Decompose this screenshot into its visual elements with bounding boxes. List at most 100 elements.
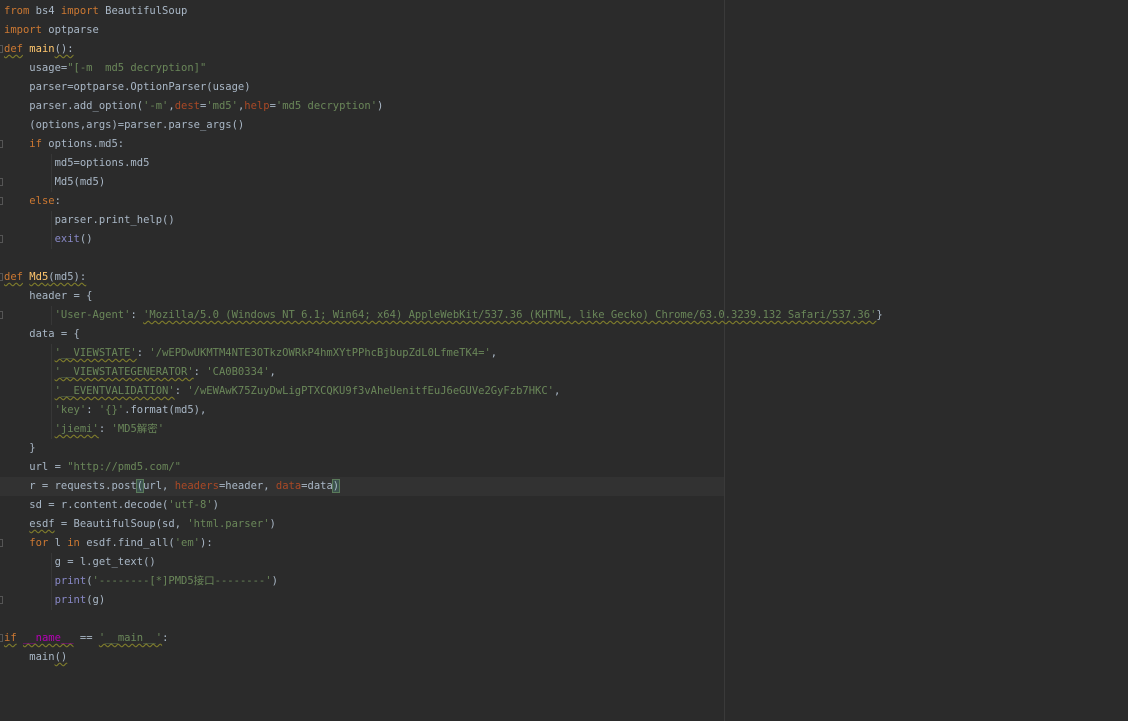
code-token: print — [54, 594, 87, 606]
code-line[interactable]: print('--------[*]PMD5接口--------') — [0, 572, 1128, 591]
code-line[interactable]: parser.print_help() — [0, 211, 1128, 230]
code-line[interactable]: from bs4 import BeautifulSoup — [0, 2, 1128, 21]
code-text: def Md5(md5): — [0, 271, 86, 283]
code-line[interactable]: exit() — [0, 230, 1128, 249]
code-line[interactable]: sd = r.content.decode('utf-8') — [0, 496, 1128, 515]
code-token: help — [244, 100, 270, 112]
code-token: BeautifulSoup — [98, 5, 188, 17]
code-line[interactable]: 'User-Agent': 'Mozilla/5.0 (Windows NT 6… — [0, 306, 1128, 325]
code-token: ): — [200, 537, 213, 549]
code-line[interactable]: def Md5(md5): — [0, 268, 1128, 287]
code-token: main — [29, 43, 55, 55]
code-token: l — [48, 537, 68, 549]
code-line[interactable]: main() — [0, 648, 1128, 667]
code-token: , — [269, 366, 276, 378]
code-text: 'jiemi': 'MD5解密' — [0, 423, 165, 435]
code-text: if __name__ == '__main__': — [0, 632, 168, 644]
code-line[interactable]: header = { — [0, 287, 1128, 306]
code-line[interactable]: esdf = BeautifulSoup(sd, 'html.parser') — [0, 515, 1128, 534]
code-token: ) — [271, 575, 278, 587]
code-line[interactable]: if options.md5: — [0, 135, 1128, 154]
code-text: (options,args)=parser.parse_args() — [0, 119, 244, 131]
code-token: ) — [269, 518, 276, 530]
code-line[interactable]: import optparse — [0, 21, 1128, 40]
code-line[interactable]: '__VIEWSTATE': '/wEPDwUKMTM4NTE3OTkzOWRk… — [0, 344, 1128, 363]
code-text: '__EVENTVALIDATION': '/wEWAwK75ZuyDwLigP… — [0, 385, 561, 397]
code-text: for l in esdf.find_all('em'): — [0, 537, 213, 549]
code-line[interactable]: g = l.get_text() — [0, 553, 1128, 572]
code-token: __name__ — [22, 632, 74, 644]
code-line[interactable] — [0, 610, 1128, 629]
code-line[interactable]: r = requests.post(url, headers=header, d… — [0, 477, 1128, 496]
code-line[interactable] — [0, 249, 1128, 268]
code-token: '--------[*]PMD5接口--------' — [92, 575, 272, 587]
code-token: main — [4, 651, 55, 663]
code-token: exit — [54, 233, 80, 245]
code-token: esdf.find_all( — [79, 537, 175, 549]
code-token: parser=optparse.OptionParser(usage) — [4, 81, 251, 93]
code-token: 'CA0B0334' — [206, 366, 270, 378]
code-token: : — [136, 347, 150, 359]
code-token: bs4 — [29, 5, 61, 17]
code-token: headers — [174, 480, 219, 492]
code-line[interactable]: else: — [0, 192, 1128, 211]
code-text: Md5(md5) — [0, 176, 106, 188]
code-token: else — [29, 195, 55, 207]
code-line[interactable]: data = { — [0, 325, 1128, 344]
code-text: '__VIEWSTATEGENERATOR': 'CA0B0334', — [0, 366, 276, 378]
code-token: def — [4, 271, 23, 283]
code-line[interactable]: 'key': '{}'.format(md5), — [0, 401, 1128, 420]
code-line[interactable]: '__EVENTVALIDATION': '/wEWAwK75ZuyDwLigP… — [0, 382, 1128, 401]
code-line[interactable]: '__VIEWSTATEGENERATOR': 'CA0B0334', — [0, 363, 1128, 382]
code-token: : — [130, 309, 144, 321]
code-token: url, — [143, 480, 175, 492]
code-line[interactable]: print(g) — [0, 591, 1128, 610]
code-text: else: — [0, 195, 61, 207]
code-line[interactable]: } — [0, 439, 1128, 458]
code-token: : — [162, 632, 169, 644]
code-token: == — [73, 632, 99, 644]
code-token: def — [4, 43, 23, 55]
code-token: } — [4, 442, 36, 454]
code-text: data = { — [0, 328, 80, 340]
code-token: from — [4, 5, 30, 17]
code-token: Md5(md5) — [4, 176, 106, 188]
code-token: r = requests.post — [4, 480, 137, 492]
code-line[interactable]: for l in esdf.find_all('em'): — [0, 534, 1128, 553]
code-line[interactable]: parser.add_option('-m',dest='md5',help='… — [0, 97, 1128, 116]
code-editor[interactable]: from bs4 import BeautifulSoup import optp… — [0, 0, 1128, 721]
code-token: g = l.get_text() — [4, 556, 156, 568]
code-token: in — [67, 537, 80, 549]
code-line[interactable]: 'jiemi': 'MD5解密' — [0, 420, 1128, 439]
code-line[interactable]: url = "http://pmd5.com/" — [0, 458, 1128, 477]
code-line[interactable]: parser=optparse.OptionParser(usage) — [0, 78, 1128, 97]
code-token: 'md5 decryption' — [275, 100, 378, 112]
code-area[interactable]: from bs4 import BeautifulSoup import optp… — [0, 2, 1128, 667]
code-line[interactable]: md5=options.md5 — [0, 154, 1128, 173]
code-text: 'User-Agent': 'Mozilla/5.0 (Windows NT 6… — [0, 309, 883, 321]
code-text: usage="[-m md5 decryption]" — [0, 62, 206, 74]
code-token: = BeautifulSoup(sd, — [54, 518, 188, 530]
code-token: data — [275, 480, 302, 492]
code-token: 'jiemi' — [54, 423, 99, 435]
code-text: parser=optparse.OptionParser(usage) — [0, 81, 251, 93]
code-line[interactable]: if __name__ == '__main__': — [0, 629, 1128, 648]
code-token: () — [54, 651, 68, 663]
code-text: exit() — [0, 233, 93, 245]
code-line[interactable]: usage="[-m md5 decryption]" — [0, 59, 1128, 78]
code-line[interactable]: Md5(md5) — [0, 173, 1128, 192]
code-line[interactable]: def main(): — [0, 40, 1128, 59]
code-line[interactable]: (options,args)=parser.parse_args() — [0, 116, 1128, 135]
code-token: 'md5' — [206, 100, 238, 112]
code-token: } — [876, 309, 883, 321]
code-token: data = { — [4, 328, 80, 340]
code-token: : — [54, 195, 61, 207]
code-token: 'MD5解密' — [111, 423, 165, 435]
